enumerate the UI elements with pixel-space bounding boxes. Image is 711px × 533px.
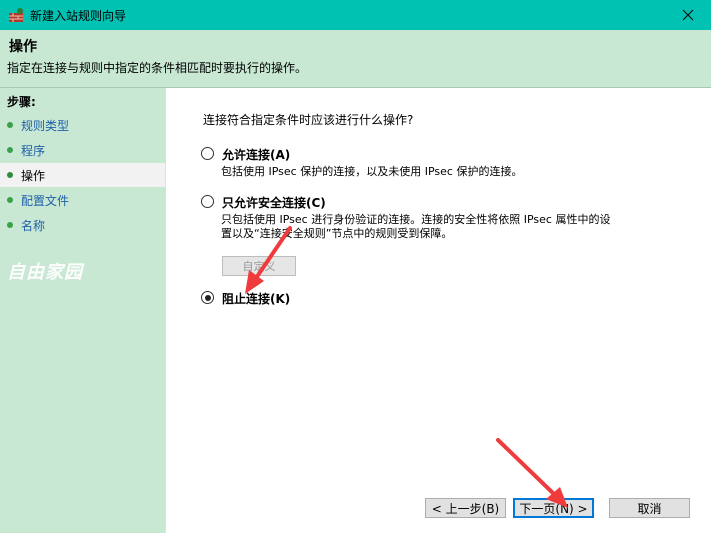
allow-connection-option[interactable]: 允许连接(A): [201, 146, 290, 163]
allow-secure-description-line2: 置以及“连接安全规则”节点中的规则受到保障。: [221, 227, 453, 240]
step-bullet-icon: [7, 122, 13, 128]
step-label: 名称: [21, 218, 46, 233]
page-title: 操作: [9, 39, 37, 55]
title-bar: 新建入站规则向导: [0, 0, 711, 30]
step-label: 操作: [21, 168, 46, 183]
step-label: 配置文件: [21, 193, 70, 208]
step-bullet-icon: [7, 222, 13, 228]
cancel-button[interactable]: 取消: [609, 498, 690, 518]
step-bullet-icon: [7, 172, 13, 178]
close-button[interactable]: [665, 0, 711, 30]
step-profile[interactable]: 配置文件: [0, 188, 165, 212]
block-radio[interactable]: [201, 291, 214, 304]
allow-secure-option[interactable]: 只允许安全连接(C): [201, 194, 326, 211]
allow-secure-description-line1: 只包括使用 IPsec 进行身份验证的连接。连接的安全性将依照 IPsec 属性…: [221, 213, 611, 226]
allow-radio[interactable]: [201, 147, 214, 160]
window-title: 新建入站规则向导: [30, 9, 127, 23]
page-subtitle: 指定在连接与规则中指定的条件相匹配时要执行的操作。: [7, 61, 308, 75]
main-panel: 连接符合指定条件时应该进行什么操作? 允许连接(A) 包括使用 IPsec 保护…: [166, 88, 711, 533]
steps-sidebar: 步骤: 规则类型 程序 操作 配置文件 名称 自由家园: [0, 88, 166, 533]
step-rule-type[interactable]: 规则类型: [0, 113, 165, 137]
allow-description: 包括使用 IPsec 保护的连接，以及未使用 IPsec 保护的连接。: [221, 165, 523, 178]
step-program[interactable]: 程序: [0, 138, 165, 162]
next-button[interactable]: 下一页(N) >: [513, 498, 594, 518]
step-action[interactable]: 操作: [0, 163, 165, 187]
steps-title: 步骤:: [7, 95, 36, 109]
close-icon: [682, 9, 694, 21]
wizard-header: 操作 指定在连接与规则中指定的条件相匹配时要执行的操作。: [0, 30, 711, 88]
allow-secure-radio[interactable]: [201, 195, 214, 208]
step-label: 规则类型: [21, 118, 70, 133]
allow-secure-label: 只允许安全连接(C): [222, 196, 326, 210]
step-label: 程序: [21, 143, 46, 158]
step-name[interactable]: 名称: [0, 213, 165, 237]
back-button[interactable]: < 上一步(B): [425, 498, 506, 518]
firewall-app-icon: [9, 8, 23, 22]
step-bullet-icon: [7, 147, 13, 153]
watermark: 自由家园: [7, 262, 83, 283]
step-bullet-icon: [7, 197, 13, 203]
customize-button[interactable]: 自定义: [222, 256, 296, 276]
block-label: 阻止连接(K): [222, 292, 291, 306]
action-question: 连接符合指定条件时应该进行什么操作?: [203, 113, 414, 127]
block-connection-option[interactable]: 阻止连接(K): [201, 290, 290, 307]
allow-label: 允许连接(A): [222, 148, 291, 162]
